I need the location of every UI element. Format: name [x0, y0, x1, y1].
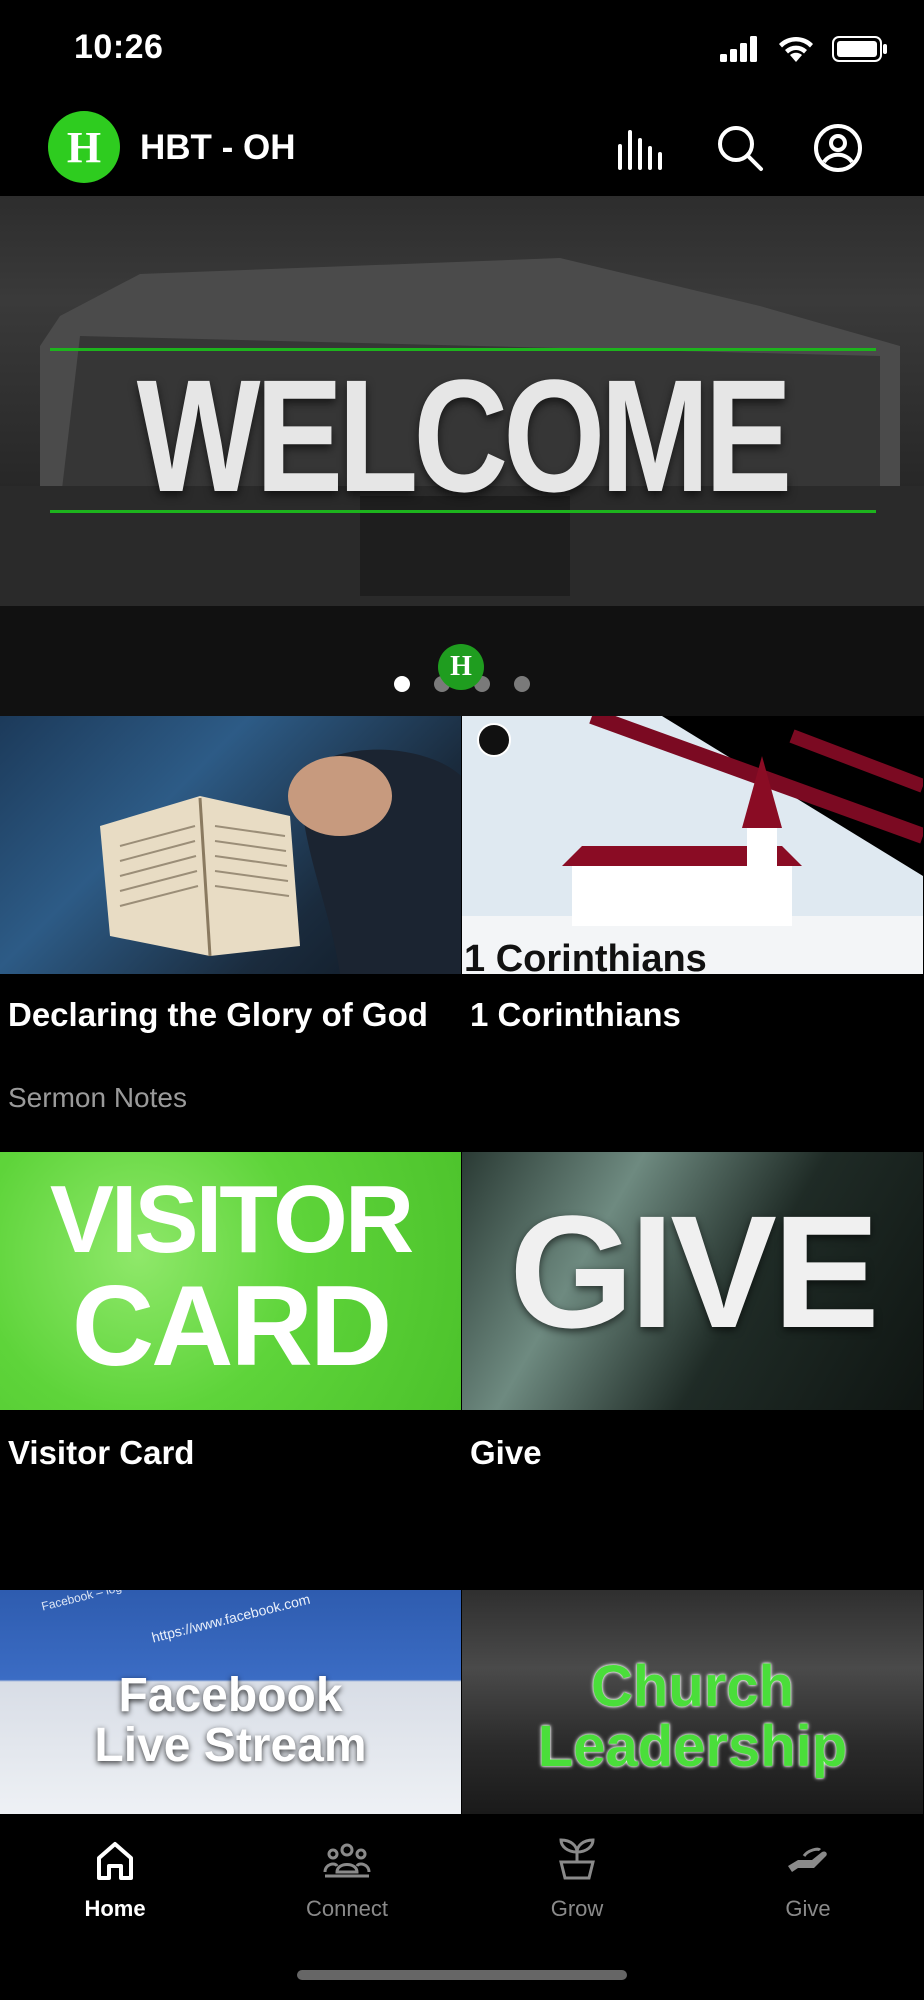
carousel-dot[interactable] [514, 676, 530, 692]
tab-connect-label: Connect [306, 1896, 388, 1921]
open-bible-image [100, 749, 461, 974]
tab-home[interactable]: Home [35, 1836, 195, 1922]
church-steeple-image [462, 716, 923, 974]
giving-hand-icon [788, 1847, 827, 1872]
give-image-text: GIVE [509, 1182, 879, 1361]
card-facebook-image[interactable]: Facebook – log in or sign up https://www… [0, 1590, 461, 1814]
card-give-title[interactable]: Give [470, 1432, 890, 1474]
carousel-dot[interactable] [394, 676, 410, 692]
audio-bars-icon[interactable] [616, 122, 668, 174]
logo-letter: H [66, 122, 102, 172]
leadership-image-line1: Church [591, 1654, 794, 1719]
card-leadership-image[interactable]: Church Leadership [462, 1590, 923, 1814]
signal-icon [720, 36, 757, 62]
card-sermon-notes-subtitle: Sermon Notes [8, 1082, 187, 1113]
sprout-icon [559, 1838, 595, 1880]
home-icon [97, 1842, 133, 1880]
profile-icon[interactable] [812, 122, 864, 174]
tab-give-label: Give [785, 1896, 831, 1921]
facebook-image-line1: Facebook [118, 1669, 343, 1722]
status-icons [720, 36, 888, 62]
facebook-url-text: https://www.facebook.com [150, 1590, 312, 1646]
hero-welcome-text: WELCOME [136, 346, 793, 525]
search-icon[interactable] [714, 122, 766, 174]
corinthians-image-text: 1 Corinthians [464, 938, 707, 974]
tab-connect[interactable]: Connect [267, 1836, 427, 1922]
leadership-image-line2: Leadership [537, 1714, 848, 1779]
tab-give[interactable]: Give [728, 1836, 888, 1922]
app-title: HBT - OH [140, 128, 296, 167]
church-logo[interactable]: H [48, 111, 120, 183]
card-give-image[interactable]: GIVE [462, 1152, 923, 1410]
card-corinthians-title[interactable]: 1 Corinthians [470, 994, 890, 1036]
visitor-image-line1: VISITOR [49, 1166, 414, 1273]
facebook-tab-text: Facebook – log in or sign up [40, 1590, 190, 1614]
facebook-image-line2: Live Stream [94, 1719, 367, 1772]
wifi-icon [779, 36, 813, 62]
tab-grow-label: Grow [550, 1896, 604, 1921]
app-header: H HBT - OH [0, 100, 924, 196]
tab-home-label: Home [84, 1896, 146, 1921]
tab-grow[interactable]: Grow [497, 1836, 657, 1922]
card-sermon-notes-image[interactable] [0, 716, 461, 974]
church-logo-badge: H [438, 644, 484, 690]
card-corinthians-image[interactable]: 1 Corinthians [462, 716, 923, 974]
card-sermon-notes-title[interactable]: Declaring the Glory of God [8, 994, 428, 1036]
battery-icon [832, 36, 887, 62]
home-indicator [297, 1970, 627, 1980]
status-bar: 10:26 [0, 0, 924, 100]
status-time: 10:26 [74, 28, 164, 66]
card-visitor-title[interactable]: Visitor Card [8, 1432, 428, 1474]
people-icon [323, 1843, 371, 1878]
welcome-carousel[interactable]: WELCOME [0, 196, 924, 716]
visitor-image-line2: CARD [71, 1263, 392, 1390]
card-visitor-image[interactable]: VISITOR CARD [0, 1152, 461, 1410]
